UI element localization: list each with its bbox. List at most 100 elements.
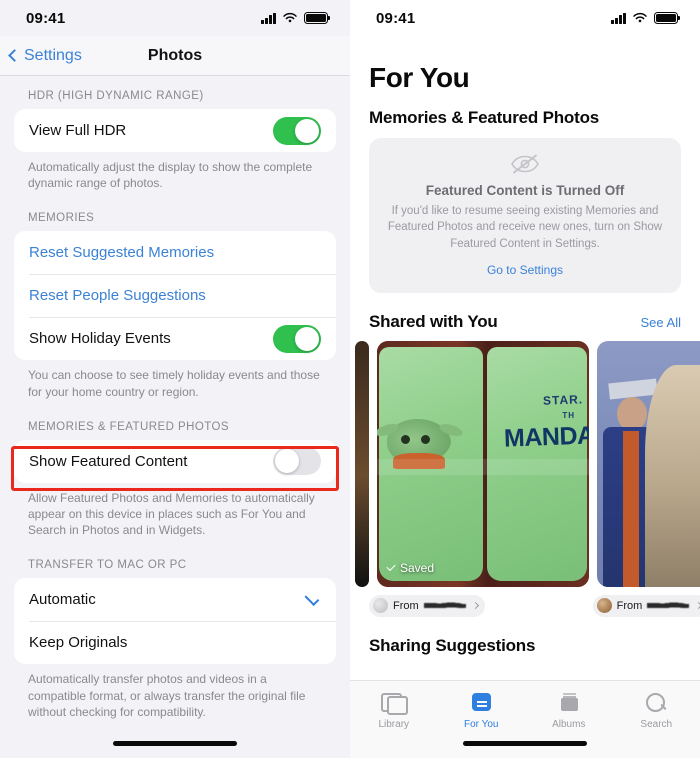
photo-thumbnail-sweatshirt[interactable]: STAR. TH MANDA Saved (377, 340, 589, 587)
battery-full-icon (304, 12, 331, 24)
settings-group-hdr: View Full HDR (14, 109, 336, 152)
section-header-hdr: HDR (HIGH DYNAMIC RANGE) (28, 90, 204, 102)
off-card-title: Featured Content is Turned Off (425, 183, 625, 198)
featured-content-off-card: Featured Content is Turned Off If you'd … (369, 138, 681, 293)
saved-label: Saved (400, 560, 435, 575)
toggle-knob (295, 118, 319, 143)
chevron-left-icon (8, 49, 21, 62)
tab-for-you[interactable]: For You (438, 690, 526, 730)
eye-slash-icon (511, 154, 539, 174)
row-show-holiday-events[interactable]: Show Holiday Events (14, 317, 336, 360)
for-you-content[interactable]: For You Memories & Featured Photos Featu… (350, 36, 700, 758)
row-reset-suggested-memories[interactable]: Reset Suggested Memories (14, 231, 336, 274)
tab-albums[interactable]: Albums (525, 690, 613, 730)
row-label: Automatic (29, 591, 96, 609)
section-header-transfer: TRANSFER TO MAC OR PC (28, 559, 187, 572)
footnote-hdr: Automatically adjust the display to show… (28, 160, 313, 191)
photo-thumbnail-graduation[interactable] (597, 340, 700, 587)
row-label: View Full HDR (29, 122, 127, 139)
from-pill-2[interactable]: From (592, 594, 700, 617)
status-time: 09:41 (26, 9, 66, 27)
tab-library[interactable]: Library (350, 690, 438, 730)
cellular-signal-icon (261, 12, 276, 24)
photo-attribution-row: From From (350, 587, 700, 617)
footnote-featured: Allow Featured Photos and Memories to au… (28, 490, 315, 538)
for-you-title: For You (369, 62, 470, 93)
shared-photos-shelf[interactable]: STAR. TH MANDA Saved (350, 340, 700, 587)
wifi-icon (283, 12, 297, 23)
settings-group-featured: Show Featured Content (14, 439, 336, 483)
row-label: Reset People Suggestions (29, 287, 206, 305)
status-bar-left: 09:41 (0, 0, 350, 36)
saved-badge: Saved (386, 560, 435, 575)
redacted-contact-name (423, 601, 466, 611)
toggle-show-featured-content[interactable] (273, 447, 321, 476)
from-pill-1[interactable]: From (369, 594, 485, 617)
tab-label: Library (378, 719, 410, 730)
redacted-contact-name (647, 601, 690, 611)
settings-list[interactable]: HDR (HIGH DYNAMIC RANGE) View Full HDR A… (0, 76, 350, 758)
home-indicator (113, 741, 237, 746)
contact-avatar (373, 598, 388, 614)
from-label: From (616, 599, 643, 612)
contact-avatar (596, 598, 612, 614)
tab-bar: Library For You Albums Search (350, 680, 700, 758)
toggle-knob (295, 326, 319, 351)
row-label: Reset Suggested Memories (29, 244, 215, 262)
see-all-link[interactable]: See All (641, 315, 681, 330)
toggle-knob (275, 449, 299, 474)
from-label: From (393, 599, 419, 612)
shared-with-you-header: Shared with You See All (350, 293, 700, 341)
row-label: Keep Originals (29, 634, 128, 652)
wifi-icon (633, 12, 647, 23)
tab-label: Search (640, 719, 673, 730)
row-view-full-hdr[interactable]: View Full HDR (14, 109, 336, 152)
memories-featured-heading: Memories & Featured Photos (369, 108, 600, 127)
cellular-signal-icon (611, 12, 626, 24)
off-card-body: If you'd like to resume seeing existing … (387, 205, 663, 250)
shared-with-you-title: Shared with You (369, 311, 498, 331)
photo-stack-icon (380, 690, 408, 715)
section-header-memories-featured: MEMORIES & FEATURED PHOTOS (28, 420, 230, 433)
search-icon (643, 690, 669, 714)
checkmark-icon (386, 561, 396, 572)
row-reset-people-suggestions[interactable]: Reset People Suggestions (14, 274, 336, 317)
footnote-memories: You can choose to see timely holiday eve… (28, 368, 320, 399)
status-bar-right: 09:41 (350, 0, 700, 36)
back-label: Settings (24, 46, 82, 64)
photo-image: STAR. TH MANDA (377, 340, 589, 587)
go-to-settings-link[interactable]: Go to Settings (385, 263, 665, 277)
photo-image (355, 340, 369, 587)
settings-group-memories: Reset Suggested Memories Reset People Su… (14, 231, 336, 361)
albums-icon (556, 690, 582, 714)
footnote-transfer: Automatically transfer photos and videos… (28, 672, 306, 719)
photo-image (597, 340, 700, 587)
toggle-view-full-hdr[interactable] (273, 116, 321, 145)
chevron-right-icon (695, 602, 700, 610)
row-automatic[interactable]: Automatic (14, 578, 336, 621)
navigation-bar: Settings Photos (0, 36, 350, 76)
tab-label: For You (464, 719, 499, 730)
settings-photos-screen: 09:41 Settings Photos HDR (HIGH DYNAMIC … (0, 0, 350, 758)
for-you-card-icon (468, 690, 494, 714)
settings-group-transfer: Automatic Keep Originals (14, 578, 336, 665)
status-time: 09:41 (376, 9, 416, 27)
dual-screenshot: 09:41 Settings Photos HDR (HIGH DYNAMIC … (0, 0, 700, 758)
status-icons (611, 12, 681, 24)
row-label: Show Featured Content (29, 452, 188, 470)
battery-full-icon (654, 12, 681, 24)
tab-search[interactable]: Search (613, 690, 700, 730)
photos-for-you-screen: 09:41 For You Memories & Featured Photos (350, 0, 700, 758)
status-icons (261, 12, 331, 24)
photo-thumbnail-partial[interactable] (355, 340, 369, 587)
row-show-featured-content[interactable]: Show Featured Content (14, 440, 336, 483)
toggle-show-holiday-events[interactable] (273, 324, 321, 353)
chevron-right-icon (471, 602, 479, 610)
sharing-suggestions-heading: Sharing Suggestions (369, 635, 536, 655)
row-label: Show Holiday Events (29, 330, 171, 348)
checkmark-icon (304, 590, 320, 606)
row-keep-originals[interactable]: Keep Originals (14, 621, 336, 664)
tab-label: Albums (552, 719, 586, 730)
section-header-memories: MEMORIES (28, 212, 95, 225)
back-to-settings-button[interactable]: Settings (0, 47, 82, 65)
